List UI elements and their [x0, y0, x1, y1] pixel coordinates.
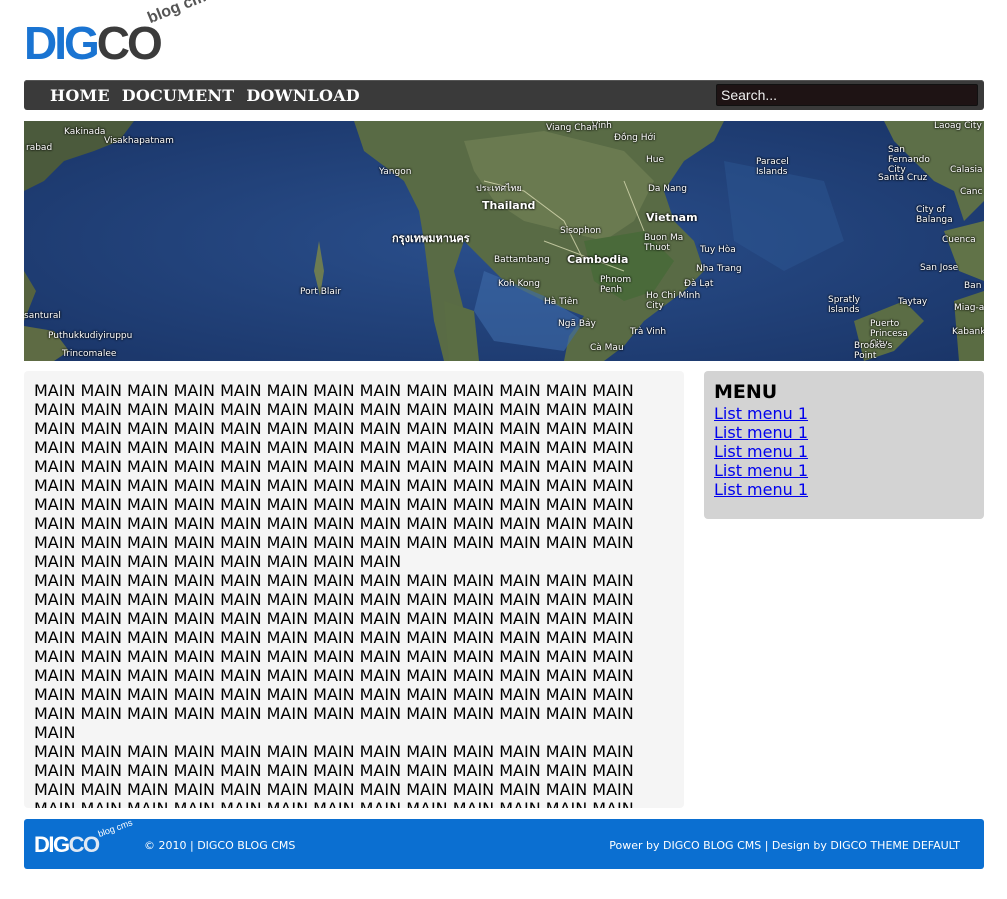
map-label: Battambang [494, 255, 550, 265]
sidebar-link[interactable]: List menu 1 [714, 480, 808, 499]
logo-text-dig: DIG [24, 17, 100, 69]
map-label: Ngã Bảy [558, 319, 596, 329]
footer-copyright: © 2010 | DIGCO BLOG CMS [144, 839, 296, 852]
map-label: Tuy Hòa [700, 245, 736, 255]
map-label: Ban [964, 281, 982, 291]
sidebar-list: List menu 1 List menu 1 List menu 1 List… [714, 404, 974, 499]
footer-logo-wordmark: DIGCO [34, 832, 101, 857]
map-label: ประเทศไทย [476, 184, 522, 194]
map-label: Calasia [950, 165, 983, 175]
sidebar-link[interactable]: List menu 1 [714, 442, 808, 461]
sidebar-link[interactable]: List menu 1 [714, 423, 808, 442]
map-label: Đồng Hới [614, 133, 656, 143]
map-label: Cambodia [567, 253, 629, 266]
map-label: Đà Lạt [684, 279, 714, 289]
site-logo[interactable]: DIGCO blog cms [24, 0, 224, 69]
logo-wordmark: DIGCO [24, 17, 163, 69]
map-label: Brooke's Point [854, 341, 893, 361]
map-label: Thailand [482, 199, 536, 212]
footer-logo-text-dig: DIG [34, 832, 70, 857]
map-label: Paracel Islands [756, 157, 789, 177]
list-item: List menu 1 [714, 461, 974, 480]
map-label: City of Balanga [916, 205, 953, 225]
map-label: Kakinada [64, 127, 106, 137]
map-label: Spratly Islands [828, 295, 860, 315]
main-paragraph: MAIN MAIN MAIN MAIN MAIN MAIN MAIN MAIN … [34, 381, 634, 571]
map-label: Vietnam [646, 211, 698, 224]
main-nav: HOME DOCUMENT DOWNLOAD [50, 80, 360, 110]
map-label: Port Blair [300, 287, 342, 297]
map-label: Koh Kong [498, 279, 540, 289]
list-item: List menu 1 [714, 404, 974, 423]
map-label: Laoag City [934, 121, 982, 131]
map-label: Miag-a [954, 303, 984, 313]
map-label: Cà Mau [590, 343, 624, 353]
footer-credit: Power by DIGCO BLOG CMS | Design by DIGC… [609, 839, 960, 852]
map-label: Sisophon [560, 226, 602, 236]
map-label: San Fernando City [888, 145, 930, 175]
logo-tagline: blog cms [145, 0, 217, 28]
map-label: Da Nang [648, 184, 687, 194]
map-label: Nha Trang [696, 264, 742, 274]
sidebar-link[interactable]: List menu 1 [714, 461, 808, 480]
site-footer: DIGCO blog cms © 2010 | DIGCO BLOG CMS P… [24, 817, 984, 869]
map-label: Cuenca [942, 235, 976, 245]
list-item: List menu 1 [714, 442, 974, 461]
map-label: Yangon [379, 167, 412, 177]
map-label: Hue [646, 155, 665, 165]
map-label: กรุงเทพมหานคร [392, 232, 470, 245]
list-item: List menu 1 [714, 480, 974, 499]
sidebar-menu: MENU List menu 1 List menu 1 List menu 1… [704, 371, 984, 519]
map-label: Trà Vinh [630, 327, 667, 337]
map-label: Taytay [898, 297, 928, 307]
sidebar-link[interactable]: List menu 1 [714, 404, 808, 423]
nav-link-download[interactable]: DOWNLOAD [246, 86, 359, 105]
main-content: MAIN MAIN MAIN MAIN MAIN MAIN MAIN MAIN … [24, 371, 684, 808]
map-label: rabad [26, 143, 53, 153]
footer-logo-text-co: CO [68, 832, 101, 857]
map-label: Canc [960, 187, 983, 197]
map-label: San Jose [920, 263, 959, 273]
top-navigation-bar: HOME DOCUMENT DOWNLOAD [24, 80, 984, 110]
footer-logo[interactable]: DIGCO blog cms [34, 817, 154, 861]
sidebar-title: MENU [714, 381, 778, 403]
map-label: Viang Chan [546, 123, 598, 133]
map-label: Hà Tiên [544, 297, 579, 307]
footer-logo-tagline: blog cms [96, 817, 134, 839]
map-label: Ho Chi Minh City [646, 291, 701, 311]
list-item: List menu 1 [714, 423, 974, 442]
map-label: Kabank [952, 327, 984, 337]
nav-link-document[interactable]: DOCUMENT [122, 86, 235, 105]
map-label: Buon Ma Thuot [644, 233, 684, 253]
main-paragraph: MAIN MAIN MAIN MAIN MAIN MAIN MAIN MAIN … [34, 742, 634, 808]
main-paragraph: MAIN MAIN MAIN MAIN MAIN MAIN MAIN MAIN … [34, 571, 634, 742]
map-label: Phnom Penh [600, 275, 632, 295]
map-label: Trincomalee [62, 349, 117, 359]
header-banner-map: Kakinada rabad Visakhapatnam Yangon ประเ… [24, 121, 984, 361]
map-label: Visakhapatnam [104, 136, 174, 146]
nav-link-home[interactable]: HOME [50, 86, 110, 105]
map-label: Puthukkudiyiruppu [48, 331, 133, 341]
map-label: santural [24, 311, 61, 321]
satellite-map-image [24, 121, 984, 361]
search-input[interactable] [716, 84, 978, 106]
